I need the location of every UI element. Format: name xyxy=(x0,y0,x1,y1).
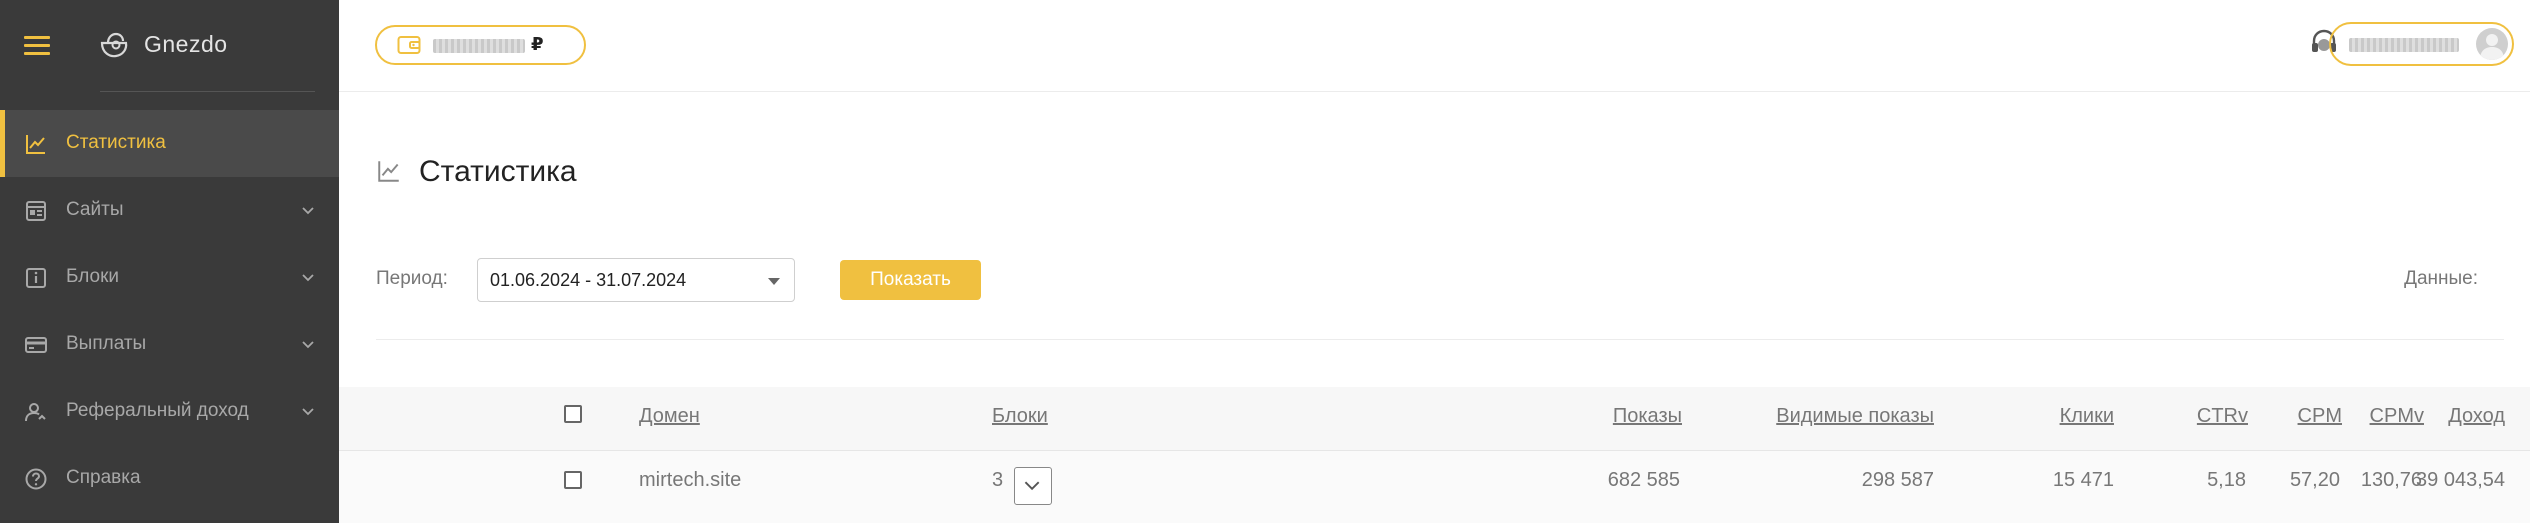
period-label: Период: xyxy=(376,268,448,289)
logo-icon xyxy=(100,32,128,58)
sidebar-item-label: Сайты xyxy=(66,199,124,220)
currency-symbol: ₽ xyxy=(531,34,544,54)
cell-cpm: 57,20 xyxy=(2289,469,2340,491)
select-all-checkbox[interactable] xyxy=(564,405,582,423)
sidebar-item-help[interactable]: Справка xyxy=(0,445,339,512)
topbar: ₽ xyxy=(339,0,2530,92)
column-header-cpm[interactable]: CPM xyxy=(2298,405,2342,428)
chevron-down-icon xyxy=(302,274,314,282)
show-button[interactable]: Показать xyxy=(840,260,981,300)
column-header-impressions[interactable]: Показы xyxy=(1613,405,1682,428)
chevron-down-icon xyxy=(302,207,314,215)
sidebar-item-label: Справка xyxy=(66,467,141,488)
period-date-range-select[interactable]: 01.06.2024 - 31.07.2024 xyxy=(477,258,795,302)
table-header: Домен Блоки Показы Видимые показы Клики … xyxy=(339,387,2530,451)
balance-value-obscured xyxy=(433,39,525,53)
sites-icon xyxy=(26,201,46,221)
table-row: mirtech.site 3 682 585 298 587 15 471 5,… xyxy=(339,451,2530,523)
wallet-icon xyxy=(397,36,421,54)
column-header-blocks[interactable]: Блоки xyxy=(992,405,1048,428)
cell-impressions: 682 585 xyxy=(1607,469,1680,491)
chevron-down-icon xyxy=(302,408,314,416)
divider xyxy=(376,339,2504,340)
row-checkbox[interactable] xyxy=(564,471,582,489)
balance-button[interactable]: ₽ xyxy=(375,25,586,65)
page-title: Статистика xyxy=(419,155,577,188)
user-menu-button[interactable] xyxy=(2329,22,2514,66)
column-header-visible-impressions[interactable]: Видимые показы xyxy=(1776,405,1934,428)
period-value: 01.06.2024 - 31.07.2024 xyxy=(490,270,687,290)
cell-blocks: 3 xyxy=(992,469,1004,491)
info-block-icon xyxy=(26,268,46,288)
cell-cpmv: 130,76 xyxy=(2360,469,2422,491)
chevron-down-icon xyxy=(302,341,314,349)
column-header-clicks[interactable]: Клики xyxy=(2060,405,2114,428)
sidebar-item-label: Реферальный доход xyxy=(66,400,249,421)
cell-income: 39 043,54 xyxy=(2416,469,2505,491)
data-label: Данные: xyxy=(2404,268,2478,289)
sidebar-item-statistics[interactable]: Статистика xyxy=(0,110,339,177)
chevron-down-icon xyxy=(1024,481,1040,491)
sidebar: Gnezdo Статистика Сайты Блоки Выплаты Ре… xyxy=(0,0,339,523)
cell-clicks: 15 471 xyxy=(2052,469,2114,491)
user-name-obscured xyxy=(2349,38,2459,52)
cell-visible-impressions: 298 587 xyxy=(1861,469,1934,491)
column-header-cpmv[interactable]: CPMv xyxy=(2370,405,2424,428)
sidebar-item-label: Выплаты xyxy=(66,333,147,354)
chart-icon xyxy=(378,161,399,182)
sidebar-item-payouts[interactable]: Выплаты xyxy=(0,311,339,378)
chart-icon xyxy=(26,135,45,154)
column-header-domain[interactable]: Домен xyxy=(639,405,700,428)
help-icon xyxy=(25,468,47,490)
sidebar-item-referral[interactable]: Реферальный доход xyxy=(0,378,339,445)
sidebar-divider xyxy=(100,91,315,92)
column-header-income[interactable]: Доход xyxy=(2448,405,2505,428)
logo-text: Gnezdo xyxy=(144,31,228,57)
caret-down-icon xyxy=(768,278,780,285)
column-header-ctrv[interactable]: CTRv xyxy=(2197,405,2248,428)
sidebar-item-blocks[interactable]: Блоки xyxy=(0,244,339,311)
card-icon xyxy=(25,337,47,353)
cell-domain: mirtech.site xyxy=(639,469,742,491)
sidebar-item-label: Блоки xyxy=(66,266,120,287)
avatar xyxy=(2476,28,2508,60)
hamburger-menu-icon[interactable] xyxy=(24,36,50,56)
user-avatar-icon xyxy=(2480,34,2504,60)
expand-blocks-button[interactable] xyxy=(1014,467,1052,505)
referral-user-icon xyxy=(25,403,46,422)
cell-ctrv: 5,18 xyxy=(2207,469,2246,491)
sidebar-item-label: Статистика xyxy=(66,132,166,153)
sidebar-item-sites[interactable]: Сайты xyxy=(0,177,339,244)
sidebar-header: Gnezdo xyxy=(0,0,339,91)
